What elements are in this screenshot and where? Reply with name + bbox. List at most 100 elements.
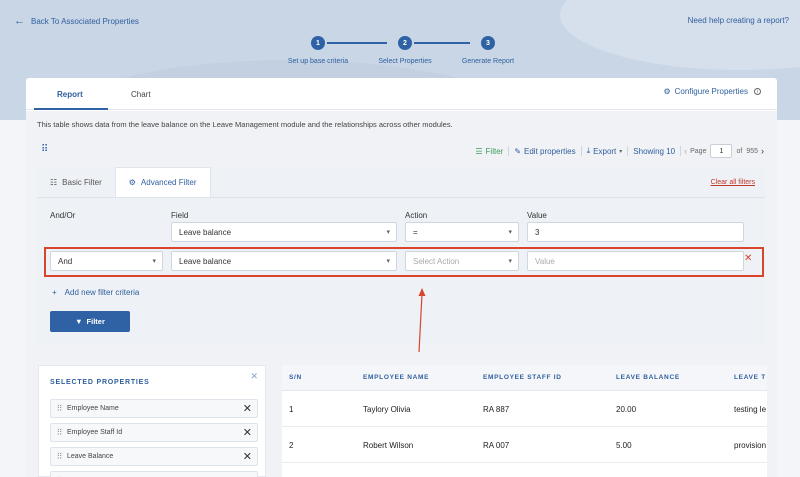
step-2-label: Select Properties — [378, 58, 432, 65]
column-header[interactable]: S/N — [289, 374, 302, 381]
selected-properties-panel: SELECTED PROPERTIES ✕ ⠿ Employee Name ✕ … — [38, 365, 266, 477]
divider — [37, 197, 765, 198]
column-header[interactable]: EMPLOYEE NAME — [363, 374, 429, 381]
edit-properties-label: Edit properties — [524, 146, 576, 156]
column-header[interactable]: LEAVE T — [734, 374, 766, 381]
report-description: This table shows data from the leave bal… — [37, 120, 453, 129]
field-select-value: Leave balance — [179, 227, 232, 237]
column-header[interactable]: EMPLOYEE STAFF ID — [483, 374, 562, 381]
basic-filter-label: Basic Filter — [62, 177, 102, 187]
table-row[interactable]: 1 Taylory Olivia RA 887 20.00 testing le — [282, 391, 767, 427]
tab-report[interactable]: Report — [57, 90, 83, 99]
table-row[interactable]: 2 Robert Wilson RA 007 5.00 provision — [282, 427, 767, 463]
step-1-label: Set up base criteria — [287, 58, 349, 65]
selected-property-item[interactable]: ⠿ — [50, 471, 258, 477]
back-link[interactable]: ← Back To Associated Properties — [14, 16, 139, 27]
table-row[interactable] — [282, 463, 767, 477]
filter-toggle-label: Filter — [485, 146, 504, 156]
table-cell: RA 007 — [483, 441, 510, 450]
property-label: Employee Staff Id — [67, 429, 123, 436]
value-input-row-1[interactable]: 3 — [527, 222, 744, 242]
configure-properties-button[interactable]: ⚙ Configure Properties i — [663, 87, 761, 96]
export-button[interactable]: ⤓ Export ▾ — [582, 146, 628, 156]
add-criteria-label: Add new filter criteria — [64, 288, 140, 297]
download-icon: ⤓ — [586, 146, 591, 155]
value-column-label: Value — [527, 211, 547, 220]
arrow-left-icon: ← — [14, 15, 25, 27]
tab-advanced-filter[interactable]: ⚙ Advanced Filter — [114, 167, 211, 197]
table-cell: testing le — [734, 405, 767, 414]
selected-property-item[interactable]: ⠿ Leave Balance ✕ — [50, 447, 258, 466]
table-cell: Taylory Olivia — [363, 405, 411, 414]
showing-count[interactable]: Showing 10 — [628, 147, 680, 156]
remove-property-icon[interactable]: ✕ — [243, 450, 252, 463]
field-select-row-1[interactable]: Leave balance ▾ — [171, 222, 397, 242]
chevron-down-icon: ▾ — [619, 148, 623, 155]
close-icon[interactable]: ✕ — [250, 371, 258, 382]
filter-tabs: ☷ Basic Filter ⚙ Advanced Filter — [37, 167, 211, 197]
add-filter-criteria-button[interactable]: + Add new filter criteria — [52, 288, 139, 297]
table-cell: provision — [734, 441, 767, 450]
selected-property-item[interactable]: ⠿ Employee Name ✕ — [50, 399, 258, 418]
table-header: S/N EMPLOYEE NAME EMPLOYEE STAFF ID LEAV… — [282, 365, 767, 391]
pencil-icon: ✎ — [514, 146, 522, 156]
table-cell: Robert Wilson — [363, 441, 414, 450]
apply-filter-label: Filter — [86, 317, 105, 326]
back-link-label: Back To Associated Properties — [31, 17, 139, 26]
action-select-value: = — [413, 227, 418, 237]
edit-properties-button[interactable]: ✎ Edit properties — [509, 147, 580, 156]
table-toolbar: ☰ Filter ✎ Edit properties ⤓ Export ▾ Sh… — [470, 144, 767, 158]
page-label: Page — [690, 147, 707, 155]
step-3-label: Generate Report — [461, 58, 515, 65]
selected-properties-title: SELECTED PROPERTIES — [50, 379, 150, 386]
info-icon[interactable]: i — [754, 88, 761, 95]
table-cell: 1 — [289, 405, 294, 414]
step-connector — [414, 42, 470, 44]
drag-grip-icon[interactable]: ⠿ — [51, 428, 67, 437]
table-cell: 2 — [289, 441, 294, 450]
gear-icon: ⚙ — [663, 87, 671, 96]
property-label: Employee Name — [67, 405, 119, 412]
andor-column-label: And/Or — [50, 211, 76, 220]
remove-property-icon[interactable]: ✕ — [243, 426, 252, 439]
filter-icon: ☰ — [475, 146, 483, 156]
chevron-down-icon: ▾ — [386, 229, 390, 236]
sliders-icon: ☷ — [50, 177, 58, 187]
step-3-circle: 3 — [481, 36, 495, 50]
drag-grip-icon[interactable]: ⠿ — [51, 452, 67, 461]
chevron-left-icon[interactable]: ‹ — [681, 146, 690, 156]
help-link[interactable]: Need help creating a report? — [688, 16, 789, 25]
progress-stepper: 1 2 3 Set up base criteria Select Proper… — [286, 36, 516, 70]
tab-chart[interactable]: Chart — [131, 90, 151, 99]
page-number-input[interactable]: 1 — [710, 144, 733, 158]
step-2-circle: 2 — [398, 36, 412, 50]
hero-decoration — [560, 0, 800, 70]
chevron-right-icon[interactable]: › — [758, 146, 767, 156]
chevron-down-icon: ▾ — [508, 229, 512, 236]
remove-property-icon[interactable]: ✕ — [243, 402, 252, 415]
advanced-filter-label: Advanced Filter — [140, 178, 197, 187]
report-table: S/N EMPLOYEE NAME EMPLOYEE STAFF ID LEAV… — [282, 365, 767, 477]
total-pages: 955 — [746, 147, 758, 155]
clear-all-filters-link[interactable]: Clear all filters — [711, 179, 755, 186]
tab-basic-filter[interactable]: ☷ Basic Filter — [37, 167, 115, 197]
gear-icon: ⚙ — [128, 178, 136, 187]
configure-label: Configure Properties — [674, 87, 748, 96]
export-label: Export — [593, 146, 617, 156]
view-tabs: Report Chart ⚙ Configure Properties i — [26, 78, 777, 110]
plus-icon: + — [52, 288, 57, 297]
selected-property-item[interactable]: ⠿ Employee Staff Id ✕ — [50, 423, 258, 442]
step-connector — [327, 42, 387, 44]
of-label: of — [736, 147, 743, 155]
apply-filter-button[interactable]: ▼ Filter — [50, 311, 130, 332]
action-select-row-1[interactable]: = ▾ — [405, 222, 519, 242]
filter-toggle-button[interactable]: ☰ Filter — [470, 147, 508, 156]
drag-grip-icon[interactable]: ⠿ — [51, 404, 67, 413]
action-column-label: Action — [405, 211, 428, 220]
table-cell: 20.00 — [616, 405, 637, 414]
drag-handle-icon[interactable]: ⠿ — [41, 145, 53, 159]
table-cell: RA 887 — [483, 405, 510, 414]
active-tab-indicator — [34, 108, 108, 110]
column-header[interactable]: LEAVE BALANCE — [616, 374, 680, 381]
step-1-circle: 1 — [311, 36, 325, 50]
